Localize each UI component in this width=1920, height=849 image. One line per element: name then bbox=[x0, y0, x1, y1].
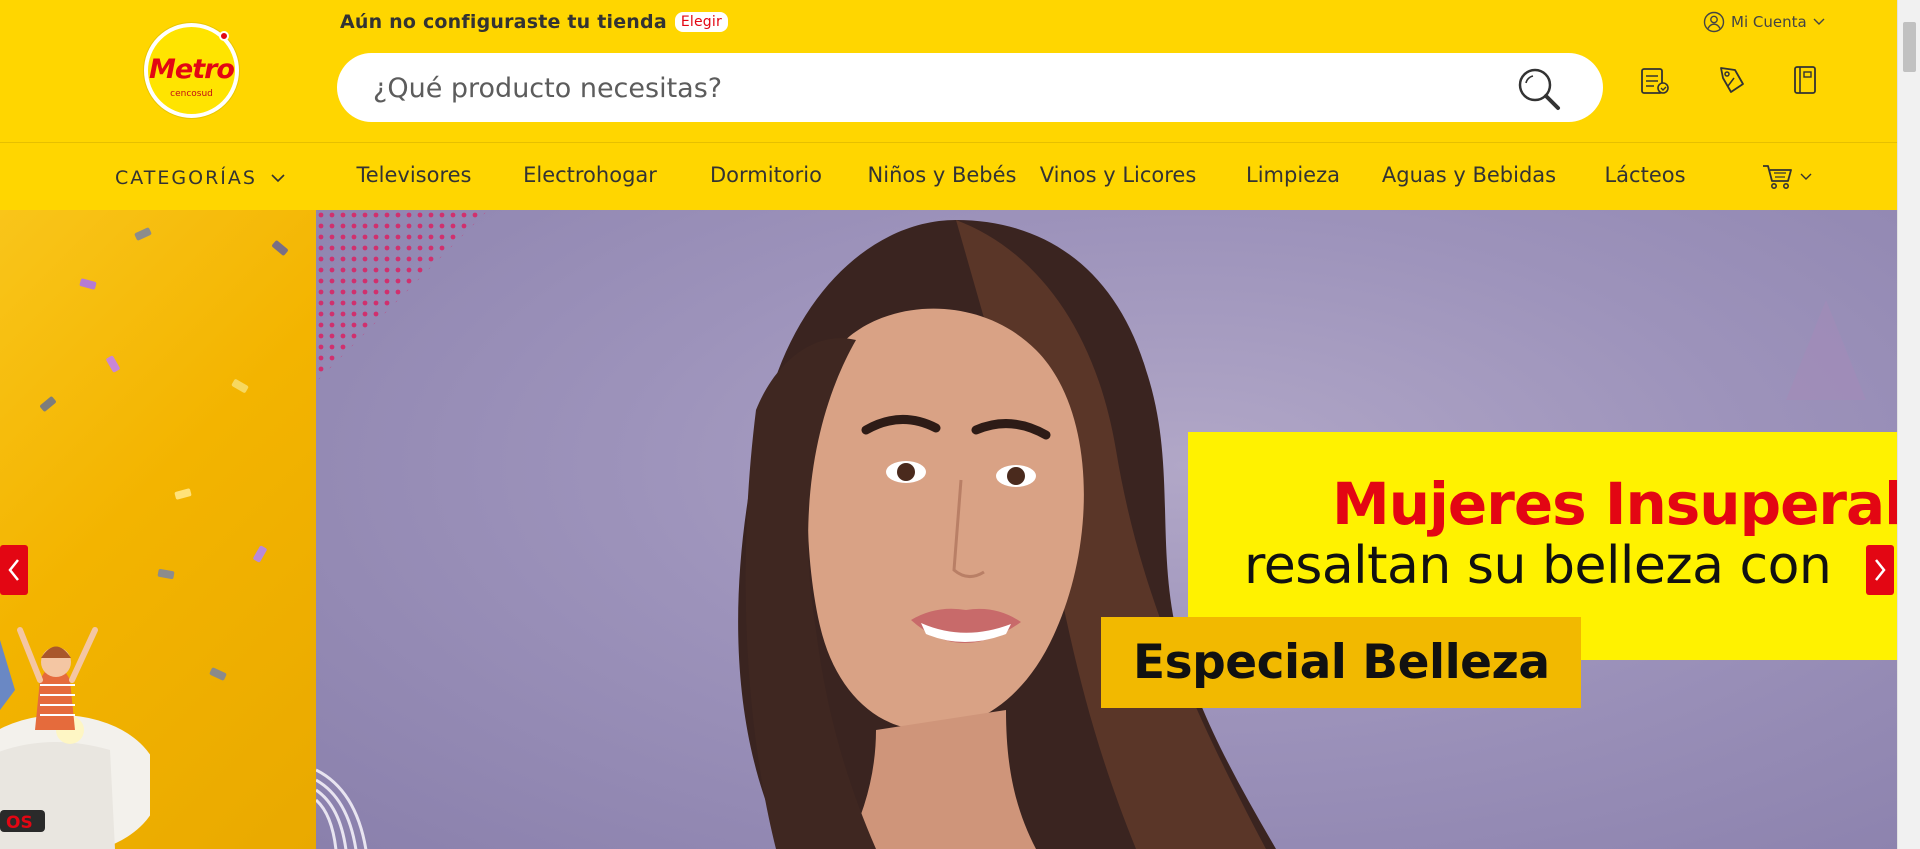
search-bar bbox=[337, 53, 1603, 122]
confetti-shape bbox=[157, 568, 175, 580]
search-input[interactable] bbox=[373, 71, 1473, 105]
pink-dot-pattern bbox=[316, 210, 488, 382]
coupon-icon bbox=[1720, 67, 1744, 93]
decorative-triangle bbox=[1786, 300, 1866, 400]
metro-logo[interactable]: Metro cencosud bbox=[144, 23, 239, 118]
promo-photo-girl-car: OS bbox=[0, 627, 150, 849]
categories-dropdown[interactable]: CATEGORÍAS bbox=[115, 167, 285, 189]
promo-tag-button[interactable]: Especial Belleza bbox=[1101, 617, 1581, 708]
nav-item-lacteos[interactable]: Lácteos bbox=[1604, 163, 1685, 187]
site-header: Metro cencosud Aún no configuraste tu ti… bbox=[0, 0, 1897, 143]
chevron-right-icon bbox=[1875, 559, 1886, 581]
nav-item-dormitorio[interactable]: Dormitorio bbox=[710, 163, 822, 187]
coupons-button[interactable] bbox=[1713, 62, 1749, 98]
search-button[interactable] bbox=[1515, 65, 1563, 113]
my-account-label: Mi Cuenta bbox=[1731, 13, 1807, 31]
promo-tag-label: Especial Belleza bbox=[1133, 635, 1550, 690]
promo-title: Mujeres Insuperab bbox=[1332, 470, 1897, 538]
scrollbar-thumb[interactable] bbox=[1903, 22, 1916, 72]
carousel-slide-previous[interactable]: OS bbox=[0, 210, 316, 849]
chevron-left-icon bbox=[8, 559, 19, 581]
confetti-shape bbox=[39, 395, 57, 413]
categories-label: CATEGORÍAS bbox=[115, 167, 257, 189]
carousel-prev-button[interactable] bbox=[0, 545, 28, 595]
logo-text: Metro bbox=[149, 54, 235, 85]
catalog-icon bbox=[1794, 66, 1816, 94]
chevron-down-icon bbox=[1800, 173, 1812, 180]
nav-item-ninos-bebes[interactable]: Niños y Bebés bbox=[868, 163, 1017, 187]
confetti-shape bbox=[105, 355, 121, 373]
carousel-slide-current[interactable]: Mujeres Insuperab resaltan su belleza co… bbox=[316, 210, 1897, 849]
nav-item-vinos-licores[interactable]: Vinos y Licores bbox=[1040, 163, 1197, 187]
store-notice: Aún no configuraste tu tienda Elegir bbox=[340, 11, 728, 33]
search-icon bbox=[1518, 68, 1560, 110]
logo-subtext: cencosud bbox=[170, 89, 213, 99]
confetti-shape bbox=[79, 278, 97, 290]
chevron-down-icon bbox=[1813, 18, 1825, 25]
confetti-shape bbox=[271, 239, 289, 257]
choose-store-link[interactable]: Elegir bbox=[674, 12, 728, 32]
nav-item-electrohogar[interactable]: Electrohogar bbox=[523, 163, 657, 187]
user-icon bbox=[1703, 11, 1725, 33]
cart-button[interactable] bbox=[1762, 163, 1812, 191]
confetti-shape bbox=[231, 378, 249, 394]
logo-dot bbox=[219, 31, 229, 41]
promo-subtitle: resaltan su belleza con bbox=[1244, 536, 1832, 596]
carousel-next-button[interactable] bbox=[1866, 545, 1894, 595]
confetti-shape bbox=[209, 666, 227, 682]
store-notice-text: Aún no configuraste tu tienda bbox=[340, 11, 667, 33]
catalog-button[interactable] bbox=[1787, 62, 1823, 98]
confetti-shape bbox=[252, 545, 268, 563]
category-nav: CATEGORÍAS Televisores Electrohogar Dorm… bbox=[0, 143, 1897, 210]
nav-item-aguas-bebidas[interactable]: Aguas y Bebidas bbox=[1382, 163, 1556, 187]
confetti-shape bbox=[134, 226, 152, 242]
cart-icon bbox=[1763, 165, 1792, 189]
chevron-down-icon bbox=[271, 173, 285, 182]
nav-item-limpieza[interactable]: Limpieza bbox=[1246, 163, 1340, 187]
page-scrollbar[interactable] bbox=[1897, 0, 1920, 849]
shopping-list-button[interactable] bbox=[1636, 62, 1672, 98]
hero-carousel: OS Mujeres Insuperab resaltan su belleza… bbox=[0, 210, 1897, 849]
nav-item-televisores[interactable]: Televisores bbox=[356, 163, 471, 187]
car-plate-text: OS bbox=[6, 813, 33, 833]
confetti-shape bbox=[174, 488, 192, 500]
my-account-menu[interactable]: Mi Cuenta bbox=[1703, 11, 1825, 33]
shopping-list-icon bbox=[1641, 68, 1669, 94]
white-stripe-pattern bbox=[316, 768, 368, 849]
